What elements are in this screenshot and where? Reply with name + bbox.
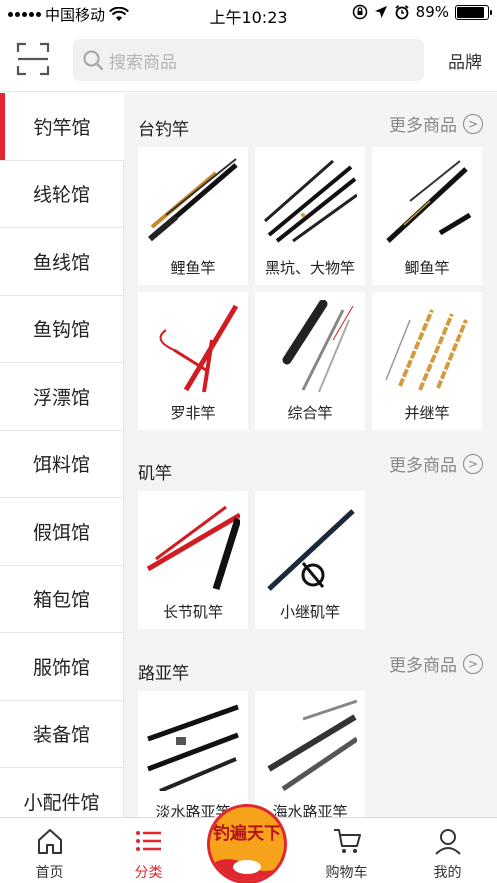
product-image xyxy=(147,704,239,791)
chevron-right-icon: > xyxy=(463,113,483,134)
product-grid: 鲤鱼竿 黑坑、大物竿 鲫鱼竿 罗非竿 综合竿 并继竿 xyxy=(138,147,482,430)
battery-percent: 89% xyxy=(415,3,449,21)
product-image xyxy=(385,309,468,391)
tab-label: 我的 xyxy=(433,865,462,881)
search-bar[interactable]: 搜索商品 xyxy=(73,39,424,81)
product-label: 综合竿 xyxy=(287,404,333,422)
section-jigan: 矶竿 更多商品 > 长节矶竿 小继矶竿 xyxy=(124,437,497,629)
brand-link[interactable]: 品牌 xyxy=(448,48,482,73)
tab-cart[interactable]: 购物车 xyxy=(297,818,396,883)
location-icon xyxy=(374,6,387,18)
cart-icon xyxy=(334,829,361,853)
product-image xyxy=(148,158,238,242)
product-label: 鲤鱼竿 xyxy=(170,259,216,277)
product-card[interactable]: 淡水路亚竿 xyxy=(138,691,248,817)
product-image xyxy=(386,160,472,243)
product-image xyxy=(264,159,357,243)
section-header: 台钓竿 更多商品 > xyxy=(124,93,497,149)
product-label: 长节矶竿 xyxy=(162,603,223,621)
sidebar-item-hooks[interactable]: 鱼钩馆 xyxy=(0,295,124,363)
category-sidebar: 钓竿馆 线轮馆 鱼线馆 鱼钩馆 浮漂馆 饵料馆 假饵馆 箱包馆 服饰馆 装备馆 … xyxy=(0,93,124,817)
top-header: 搜索商品 品牌 xyxy=(0,28,497,92)
search-placeholder: 搜索商品 xyxy=(109,52,177,73)
user-icon xyxy=(435,829,461,855)
product-label: 黑坑、大物竿 xyxy=(264,259,355,277)
battery-fill xyxy=(457,6,484,18)
more-label: 更多商品 xyxy=(389,456,457,476)
product-image xyxy=(267,699,357,791)
section-title: 台钓竿 xyxy=(138,120,189,140)
section-header: 路亚竿 更多商品 > xyxy=(124,637,497,693)
home-icon xyxy=(38,829,62,854)
alarm-icon xyxy=(395,5,409,20)
sidebar-item-bait[interactable]: 饵料馆 xyxy=(0,430,124,498)
sidebar-item-lines[interactable]: 鱼线馆 xyxy=(0,228,124,296)
status-bar: 中国移动 上午10:23 89% xyxy=(0,0,497,28)
product-label: 小继矶竿 xyxy=(279,603,340,621)
section-title: 路亚竿 xyxy=(138,664,189,684)
section-title: 矶竿 xyxy=(138,464,172,484)
tab-profile[interactable]: 我的 xyxy=(398,818,497,883)
sidebar-item-floats[interactable]: 浮漂馆 xyxy=(0,363,124,431)
search-icon xyxy=(83,50,104,71)
logo-text: 钓遍天下 xyxy=(213,824,281,844)
product-card[interactable]: 鲫鱼竿 xyxy=(372,147,482,285)
product-image xyxy=(146,505,240,591)
product-label: 罗非竿 xyxy=(170,404,216,422)
status-right: 89% xyxy=(352,3,492,21)
sidebar-item-equipment[interactable]: 装备馆 xyxy=(0,700,124,768)
sidebar-item-reels[interactable]: 线轮馆 xyxy=(0,160,124,228)
bottom-tab-bar: 首页 分类 钓遍天下 购物车 我的 xyxy=(0,804,497,883)
product-card[interactable]: 长节矶竿 xyxy=(138,491,248,629)
section-taidiao: 台钓竿 更多商品 > 鲤鱼竿 黑坑、大物竿 鲫鱼竿 罗非竿 综合竿 并继竿 xyxy=(124,93,497,430)
chevron-right-icon: > xyxy=(463,453,483,474)
product-label: 并继竿 xyxy=(404,404,450,422)
list-icon xyxy=(136,831,161,851)
sidebar-item-lures[interactable]: 假饵馆 xyxy=(0,498,124,566)
product-card[interactable]: 海水路亚竿 xyxy=(255,691,365,817)
product-card[interactable]: 综合竿 xyxy=(255,292,365,430)
tab-label: 分类 xyxy=(134,865,163,881)
product-grid: 长节矶竿 小继矶竿 xyxy=(138,491,482,629)
product-image xyxy=(159,304,239,392)
center-logo-button[interactable]: 钓遍天下 xyxy=(207,804,287,883)
sidebar-item-accessories[interactable]: 小配件馆 xyxy=(0,768,124,817)
product-card[interactable]: 罗非竿 xyxy=(138,292,248,430)
chevron-right-icon: > xyxy=(463,653,483,674)
product-label: 鲫鱼竿 xyxy=(404,259,450,277)
product-card[interactable]: 黑坑、大物竿 xyxy=(255,147,365,285)
more-label: 更多商品 xyxy=(389,656,457,676)
product-card[interactable]: 小继矶竿 xyxy=(255,491,365,629)
product-grid: 淡水路亚竿 海水路亚竿 xyxy=(138,691,482,817)
more-label: 更多商品 xyxy=(389,116,457,136)
more-products-link[interactable]: 更多商品 > xyxy=(389,451,483,476)
tab-label: 首页 xyxy=(35,865,64,881)
section-header: 矶竿 更多商品 > xyxy=(124,437,497,493)
more-products-link[interactable]: 更多商品 > xyxy=(389,651,483,676)
sidebar-item-bags[interactable]: 箱包馆 xyxy=(0,565,124,633)
fish-logo-icon xyxy=(210,859,284,881)
more-products-link[interactable]: 更多商品 > xyxy=(389,111,483,136)
product-card[interactable]: 鲤鱼竿 xyxy=(138,147,248,285)
product-image xyxy=(267,509,355,591)
section-luya: 路亚竿 更多商品 > 淡水路亚竿 海水路亚竿 xyxy=(124,637,497,817)
tab-category[interactable]: 分类 xyxy=(99,818,198,883)
battery-icon xyxy=(455,4,492,20)
sidebar-item-rods[interactable]: 钓竿馆 xyxy=(0,93,124,161)
product-card[interactable]: 并继竿 xyxy=(372,292,482,430)
tab-home[interactable]: 首页 xyxy=(0,818,99,883)
scan-icon[interactable] xyxy=(16,42,50,76)
orientation-lock-icon xyxy=(352,4,367,20)
product-image xyxy=(282,300,354,392)
sidebar-item-apparel[interactable]: 服饰馆 xyxy=(0,633,124,701)
tab-label: 购物车 xyxy=(325,865,368,881)
product-content: 台钓竿 更多商品 > 鲤鱼竿 黑坑、大物竿 鲫鱼竿 罗非竿 综合竿 并继竿 矶竿… xyxy=(124,93,497,817)
